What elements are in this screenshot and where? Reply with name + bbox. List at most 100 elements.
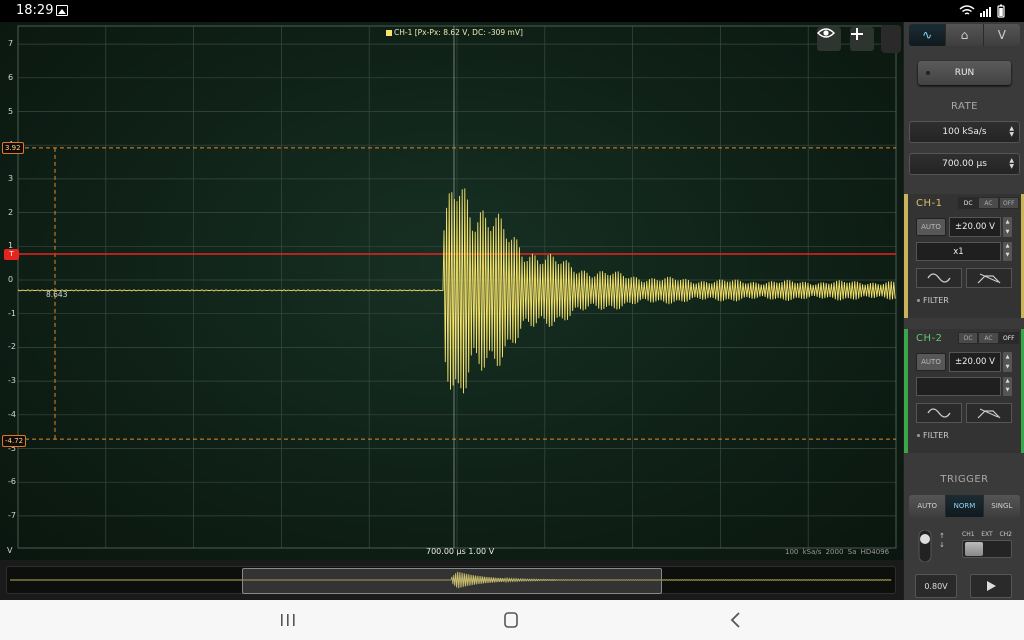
filter-led (917, 434, 920, 437)
ch2-coupling-dc[interactable]: DC (958, 332, 979, 344)
y-axis-label: -7 (8, 510, 16, 520)
ch2-coupling: DC AC OFF (958, 332, 1019, 344)
ch2-filter-label: FILTER (923, 431, 949, 440)
run-button[interactable]: RUN (918, 61, 1011, 85)
source-ext-label: EXT (981, 531, 993, 538)
source-ch2-label: CH2 (999, 531, 1012, 538)
ramp-icon (977, 408, 1001, 419)
slider-thumb[interactable] (965, 542, 983, 556)
play-icon (987, 581, 996, 591)
sample-rate-select[interactable]: 100 kSa/s ▲ ▼ (909, 121, 1020, 143)
ch2-auto-button[interactable]: AUTO (916, 353, 946, 371)
sine-icon (927, 273, 951, 283)
overview-view-window[interactable] (242, 568, 662, 594)
cursor-lower-marker[interactable]: -4.72 (2, 435, 27, 447)
ch1-volts-spinner[interactable]: ▲ ▼ (1003, 217, 1012, 237)
android-nav-bar (0, 600, 1024, 640)
ch1-coupling: DC AC OFF (958, 197, 1019, 209)
ch2-coupling-off[interactable]: OFF (998, 332, 1019, 344)
updown-icon[interactable]: ▲ ▼ (1009, 126, 1014, 138)
ch1-swatch (386, 30, 392, 36)
wifi-icon (959, 5, 975, 15)
ch1-probe-spinner[interactable]: ▲ ▼ (1003, 242, 1012, 261)
back-icon[interactable] (726, 611, 746, 629)
channel-legend: CH-1 [Px-Px: 8.62 V, DC: -309 mV] (386, 28, 523, 37)
ch1-volts-field[interactable]: ±20.00 V (949, 217, 1001, 237)
y-axis-label: 5 (8, 106, 14, 116)
scope-screen[interactable]: CH-1 [Px-Px: 8.62 V, DC: -309 mV] 765432… (0, 22, 903, 560)
ch1-title: CH-1 (916, 198, 943, 209)
ch2-waveform-button[interactable] (916, 403, 962, 423)
trigger-mode-auto[interactable]: AUTO (909, 495, 947, 517)
rising-edge-icon: ↑ (939, 532, 945, 540)
timebase-value: 700.00 µs (942, 159, 987, 169)
trigger-source-labels: CH1 EXT CH2 (962, 531, 1012, 538)
run-led (926, 71, 930, 75)
trigger-level-marker[interactable]: T (4, 249, 19, 260)
filter-led (917, 299, 920, 302)
trigger-mode-norm[interactable]: NORM (946, 495, 984, 517)
recent-apps-icon[interactable] (278, 611, 298, 629)
ch2-coupling-ac[interactable]: AC (978, 332, 999, 344)
ch1-filter[interactable]: FILTER (917, 296, 949, 305)
ch2-probe-field[interactable] (916, 377, 1001, 396)
ch1-coupling-off[interactable]: OFF (998, 197, 1019, 209)
slope-icons: ↑ ↓ (937, 532, 947, 560)
ch1-filter-label: FILTER (923, 296, 949, 305)
tab-scope[interactable]: ∿ (909, 24, 947, 46)
y-axis-label: 3 (8, 173, 14, 183)
trigger-title: TRIGGER (940, 474, 989, 485)
y-axis-label: -6 (8, 477, 16, 487)
ch2-filter[interactable]: FILTER (917, 431, 949, 440)
ch1-waveform-button[interactable] (916, 268, 962, 288)
ch1-coupling-dc[interactable]: DC (958, 197, 979, 209)
ch2-math-button[interactable] (966, 403, 1012, 423)
ch2-probe-spinner[interactable]: ▲ ▼ (1003, 377, 1012, 396)
ch2-volts-field[interactable]: ±20.00 V (949, 352, 1001, 372)
ramp-icon (977, 273, 1001, 284)
ch2-title: CH-2 (916, 333, 943, 344)
legend-text: CH-1 [Px-Px: 8.62 V, DC: -309 mV] (394, 28, 523, 37)
tab-voltmeter[interactable]: V (983, 24, 1020, 46)
overview-strip[interactable] (0, 560, 903, 600)
trigger-mode-single[interactable]: SINGL (983, 495, 1020, 517)
tab-car[interactable]: ⌂ (946, 24, 984, 46)
trigger-source-slider[interactable] (962, 540, 1012, 558)
ch1-probe-field[interactable]: x1 (916, 242, 1001, 261)
home-icon[interactable] (501, 611, 521, 629)
ch1-waveform (17, 188, 896, 394)
clock: 18:29 (16, 3, 54, 18)
add-measurement-button[interactable] (850, 27, 874, 51)
visibility-button[interactable] (817, 27, 841, 51)
signal-icon (980, 7, 991, 17)
ch2-panel: CH-2 DC AC OFF AUTO ±20.00 V ▲ ▼ ▲ ▼ FILTE… (904, 329, 1024, 453)
y-axis-label: 7 (8, 39, 14, 49)
updown-icon[interactable]: ▲ ▼ (1009, 158, 1014, 170)
y-axis-label: 6 (8, 72, 14, 82)
status-bar: 18:29 (0, 0, 1024, 22)
y-axis-label: -2 (8, 342, 16, 352)
eye-icon (817, 28, 835, 38)
trigger-slope-toggle[interactable] (917, 530, 933, 562)
y-axis-label: 0 (8, 275, 14, 284)
y-axis-label: -4 (8, 409, 16, 419)
cursor-x-label: 8.643 (46, 290, 68, 299)
plus-icon (851, 28, 863, 40)
cursor-upper-marker[interactable]: 3.92 (2, 142, 24, 154)
trigger-mode-tabs: AUTO NORM SINGL (909, 495, 1020, 517)
trigger-level-button[interactable]: 0.80V (915, 574, 957, 598)
panel-drag-handle[interactable] (881, 25, 901, 53)
ch1-panel: CH-1 DC AC OFF AUTO ±20.00 V ▲ ▼ x1 ▲ ▼ FI… (904, 194, 1024, 318)
ch1-coupling-ac[interactable]: AC (978, 197, 999, 209)
play-button[interactable] (970, 574, 1012, 598)
gallery-icon (56, 5, 68, 16)
timebase-label: 700.00 µs 1.00 V (426, 547, 495, 556)
ch2-volts-spinner[interactable]: ▲ ▼ (1003, 352, 1012, 372)
acquisition-info: 100 kSa/s 2000 Sa HD4096 (785, 548, 890, 556)
ch1-math-button[interactable] (966, 268, 1012, 288)
timebase-select[interactable]: 700.00 µs ▲ ▼ (909, 153, 1020, 175)
sine-icon (927, 408, 951, 418)
ch1-auto-button[interactable]: AUTO (916, 218, 946, 236)
source-ch1-label: CH1 (962, 531, 975, 538)
rate-title: RATE (950, 101, 979, 112)
